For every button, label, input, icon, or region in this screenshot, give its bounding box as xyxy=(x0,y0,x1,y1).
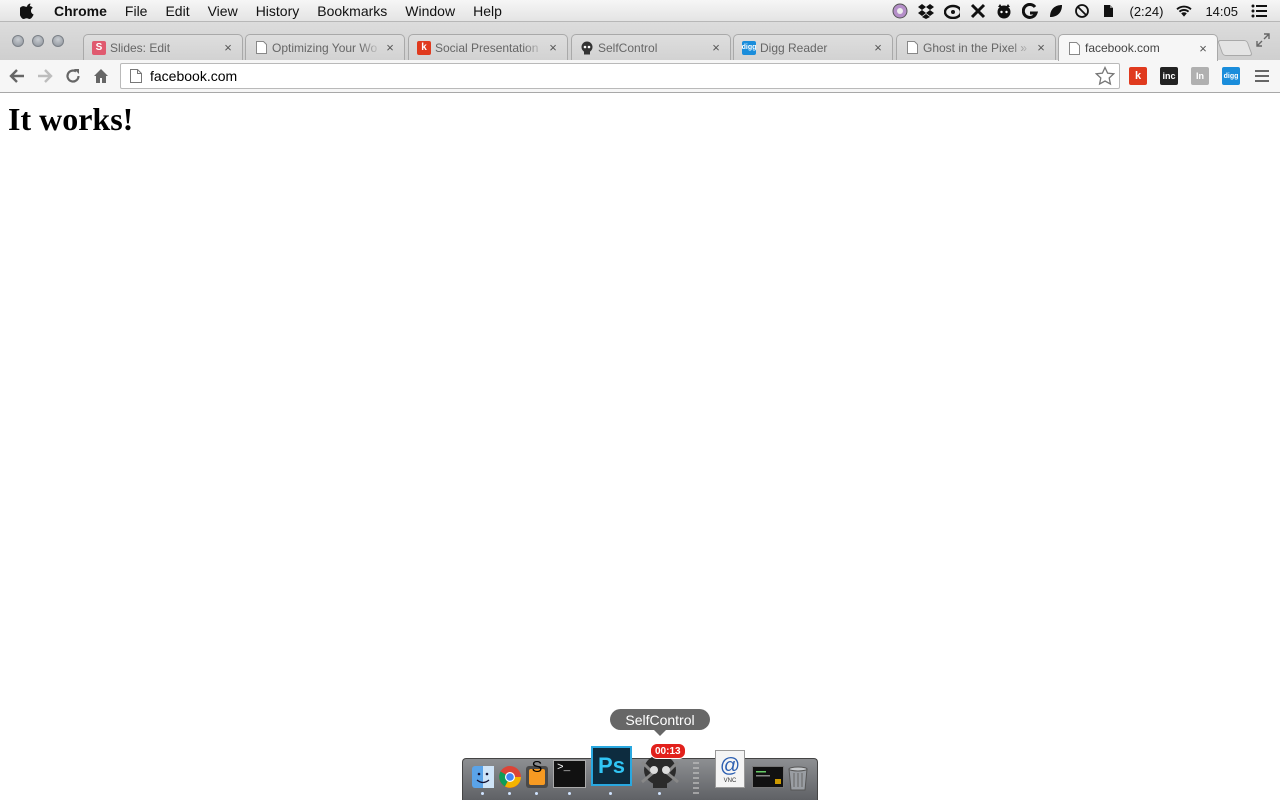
tab-close-icon[interactable]: × xyxy=(545,40,561,55)
dock-tooltip: SelfControl xyxy=(610,709,710,736)
tab-close-icon[interactable]: × xyxy=(708,40,724,55)
page-content: It works! xyxy=(0,93,1280,800)
forward-button[interactable] xyxy=(36,67,54,85)
page-favicon-icon xyxy=(254,41,268,55)
clock-text[interactable]: 14:05 xyxy=(1205,4,1238,19)
tab-selfcontrol[interactable]: SelfControl × xyxy=(571,34,731,60)
page-icon xyxy=(130,69,142,83)
window-controls xyxy=(12,35,64,47)
prohibited-icon[interactable] xyxy=(1074,3,1090,19)
wifi-icon[interactable] xyxy=(1176,3,1193,19)
dock-running-indicator xyxy=(508,792,511,795)
menu-window[interactable]: Window xyxy=(396,0,464,22)
dock-running-indicator xyxy=(658,792,661,795)
selfcontrol-timer-badge: 00:13 xyxy=(650,743,686,759)
tab-ghost-in-the-pixel[interactable]: Ghost in the Pixel » × xyxy=(896,34,1056,60)
status-tray: (2:24) 14:05 xyxy=(887,0,1272,22)
menu-edit[interactable]: Edit xyxy=(156,0,198,22)
tab-social-presentation[interactable]: k Social Presentation × xyxy=(408,34,568,60)
menu-history[interactable]: History xyxy=(247,0,309,22)
page-favicon-icon xyxy=(1067,41,1081,55)
linkedin-extension-icon[interactable]: In xyxy=(1191,67,1209,85)
tab-close-icon[interactable]: × xyxy=(1195,41,1211,56)
tab-facebook-active[interactable]: facebook.com × xyxy=(1058,34,1218,61)
chrome-dock-icon[interactable] xyxy=(497,764,523,790)
fullscreen-icon[interactable] xyxy=(1256,33,1270,47)
chrome-menu-icon[interactable] xyxy=(1255,69,1269,83)
page-heading: It works! xyxy=(8,101,134,137)
home-button[interactable] xyxy=(92,67,110,85)
skull-favicon-icon xyxy=(580,41,594,55)
photoshop-icon[interactable]: Ps xyxy=(591,746,632,786)
dock-running-indicator xyxy=(481,792,484,795)
tab-title: Ghost in the Pixel » xyxy=(923,40,1028,55)
x-tool-icon[interactable] xyxy=(970,3,986,19)
menu-help[interactable]: Help xyxy=(464,0,511,22)
vnc-file-icon[interactable]: @ VNC xyxy=(715,750,745,788)
inc-extension-icon[interactable]: inc xyxy=(1160,67,1178,85)
tab-title: Social Presentation xyxy=(435,40,539,55)
klout-favicon-icon: k xyxy=(417,40,431,55)
dock-running-indicator xyxy=(609,792,612,795)
tab-slides-edit[interactable]: S Slides: Edit × xyxy=(83,34,243,60)
cat-face-icon[interactable] xyxy=(996,3,1012,19)
new-tab-button[interactable] xyxy=(1217,40,1253,56)
back-button[interactable] xyxy=(8,67,26,85)
tab-title: Slides: Edit xyxy=(110,40,171,55)
tab-title: Optimizing Your Wo xyxy=(272,40,378,55)
color-wheel-icon[interactable] xyxy=(892,3,908,19)
vnc-label: VNC xyxy=(723,777,737,784)
menu-bar: Chrome File Edit View History Bookmarks … xyxy=(0,0,1280,22)
creative-cloud-icon[interactable] xyxy=(944,3,961,19)
url-input[interactable] xyxy=(150,68,1095,84)
browser-toolbar: k inc In digg xyxy=(0,60,1280,93)
apple-menu-icon[interactable] xyxy=(20,3,36,19)
slides-favicon-icon: S xyxy=(92,40,106,55)
g-letter-icon[interactable] xyxy=(1022,3,1039,19)
digg-favicon-icon: digg xyxy=(742,40,756,55)
leaf-icon[interactable] xyxy=(1048,3,1064,19)
menu-file[interactable]: File xyxy=(116,0,157,22)
zoom-window-button[interactable] xyxy=(52,35,64,47)
battery-time-text[interactable]: (2:24) xyxy=(1129,4,1163,19)
dock-running-indicator xyxy=(535,792,538,795)
digg-extension-icon[interactable]: digg xyxy=(1222,67,1240,85)
menu-app-name[interactable]: Chrome xyxy=(54,0,116,22)
screen-window-icon[interactable] xyxy=(752,766,784,788)
trash-icon[interactable] xyxy=(786,764,810,792)
terminal-icon[interactable]: >_ xyxy=(553,760,586,788)
finder-icon[interactable] xyxy=(470,763,496,791)
dropbox-icon[interactable] xyxy=(918,3,935,19)
tab-title: Digg Reader xyxy=(760,40,828,55)
dock-running-indicator xyxy=(568,792,571,795)
at-sign-icon: @ xyxy=(719,754,741,777)
close-window-button[interactable] xyxy=(12,35,24,47)
menu-bookmarks[interactable]: Bookmarks xyxy=(308,0,396,22)
tab-digg-reader[interactable]: digg Digg Reader × xyxy=(733,34,893,60)
minimize-window-button[interactable] xyxy=(32,35,44,47)
page-favicon-icon xyxy=(905,41,919,55)
reload-button[interactable] xyxy=(64,67,82,85)
klout-extension-icon[interactable]: k xyxy=(1129,67,1147,85)
menu-view[interactable]: View xyxy=(199,0,247,22)
notification-center-icon[interactable] xyxy=(1251,3,1267,19)
tab-close-icon[interactable]: × xyxy=(1033,40,1049,55)
tab-title: SelfControl xyxy=(598,40,658,55)
tab-close-icon[interactable]: × xyxy=(870,40,886,55)
evernote-icon[interactable] xyxy=(1100,3,1116,19)
tab-close-icon[interactable]: × xyxy=(382,40,398,55)
tab-close-icon[interactable]: × xyxy=(220,40,236,55)
tab-strip: S Slides: Edit × Optimizing Your Wo × k … xyxy=(0,22,1280,61)
dock-separator xyxy=(693,762,699,796)
tab-optimizing[interactable]: Optimizing Your Wo × xyxy=(245,34,405,60)
tab-title: facebook.com xyxy=(1085,41,1160,55)
bookmark-star-icon[interactable] xyxy=(1094,65,1116,86)
address-bar[interactable] xyxy=(120,63,1120,89)
